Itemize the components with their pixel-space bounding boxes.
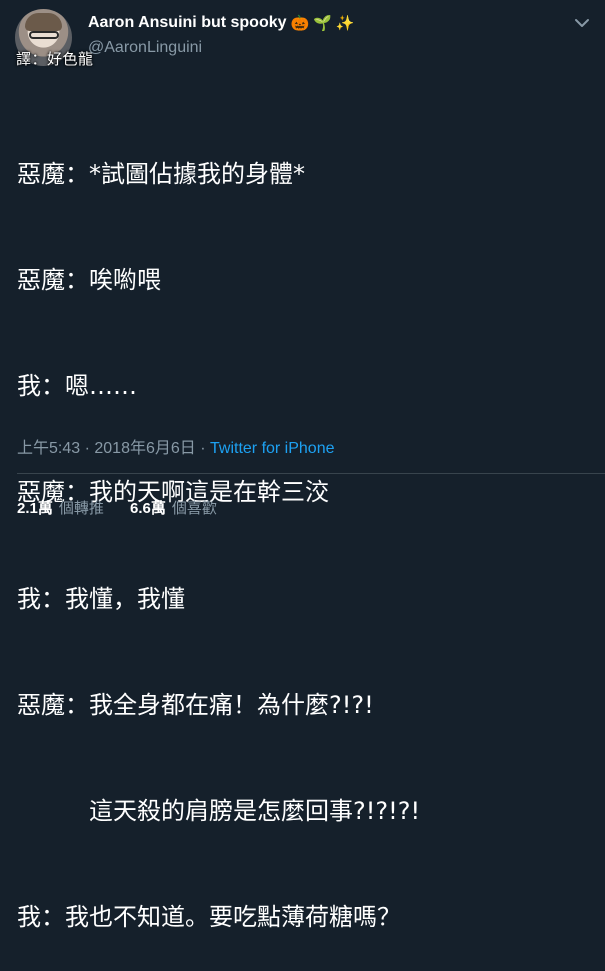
tweet-source-link[interactable]: Twitter for iPhone [210,440,335,457]
tweet-line: 我：我懂，我懂 [17,584,185,613]
tweet-date[interactable]: 2018年6月6日 [94,440,195,457]
sprout-emoji-icon: 🌱 [313,15,332,32]
tweet-metadata: 上午5:43 · 2018年6月6日 · Twitter for iPhone [17,434,335,458]
tweet-line: 惡魔：唉喲喂 [17,266,161,295]
display-name[interactable]: Aaron Ansuini but spooky 🎃 🌱 ✨ [88,14,355,32]
retweet-label: 個轉推 [58,500,104,517]
tweet-text: 惡魔：*試圖佔據我的身體* 惡魔：唉喲喂 我：嗯…… 惡魔：我的天啊這是在幹三洨… [17,86,592,971]
pumpkin-emoji-icon: 🎃 [290,15,310,32]
tweet-line: 我：我也不知道。要吃點薄荷糖嗎？ [17,903,401,932]
tweet-line: 這天殺的肩膀是怎麼回事?!?!?! [17,797,421,826]
tweet-stats: 2.1萬 個轉推 6.6萬 個喜歡 [17,497,239,518]
sparkles-emoji-icon: ✨ [335,15,355,32]
meta-separator: · [80,440,95,457]
translator-note: 譯：好色龍 [16,50,94,68]
like-label: 個喜歡 [171,500,217,517]
retweet-count: 2.1萬 [17,500,53,517]
avatar-glasses [29,31,59,39]
tweet-line: 惡魔：*試圖佔據我的身體* [17,159,305,188]
display-name-text: Aaron Ansuini but spooky [88,14,287,31]
like-count: 6.6萬 [130,500,166,517]
user-handle[interactable]: @AaronLinguini [88,39,202,57]
likes-stat[interactable]: 6.6萬 個喜歡 [130,497,217,518]
tweet-line: 我：嗯…… [17,372,137,401]
retweets-stat[interactable]: 2.1萬 個轉推 [17,497,104,518]
avatar-hair [25,13,62,31]
tweet-line: 惡魔：我全身都在痛！為什麼?!?! [17,690,374,719]
divider [17,473,605,474]
more-options-chevron-down-icon[interactable] [573,14,591,32]
tweet-time[interactable]: 上午5:43 [17,440,80,457]
meta-separator: · [195,440,210,457]
